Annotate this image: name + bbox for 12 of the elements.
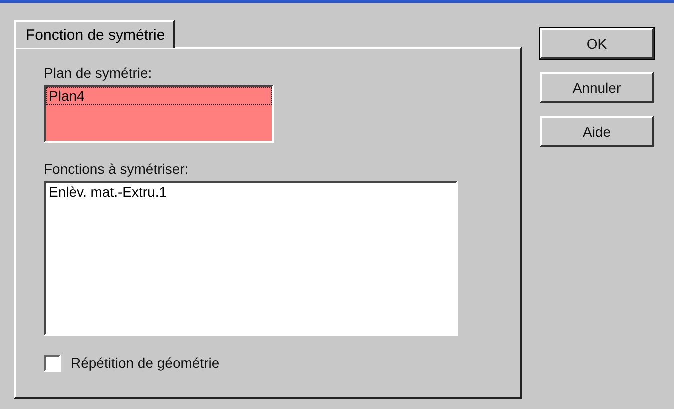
tab[interactable]: Fonction de symétrie [14, 20, 176, 48]
list-item[interactable]: Enlèv. mat.-Extru.1 [46, 183, 456, 201]
checkbox-label: Répétition de géométrie [71, 355, 220, 371]
checkbox[interactable] [44, 355, 61, 372]
field-label: Fonctions à symétriser: [44, 161, 189, 177]
plane-list[interactable]: Plan4 [44, 85, 274, 143]
list-item[interactable]: Plan4 [46, 87, 272, 105]
dialog-button[interactable]: OK [540, 28, 654, 59]
dialog-button[interactable]: Aide [540, 116, 654, 147]
field-label: Plan de symétrie: [44, 65, 152, 81]
features-list[interactable]: Enlèv. mat.-Extru.1 [44, 181, 458, 336]
dialog-button[interactable]: Annuler [540, 72, 654, 103]
